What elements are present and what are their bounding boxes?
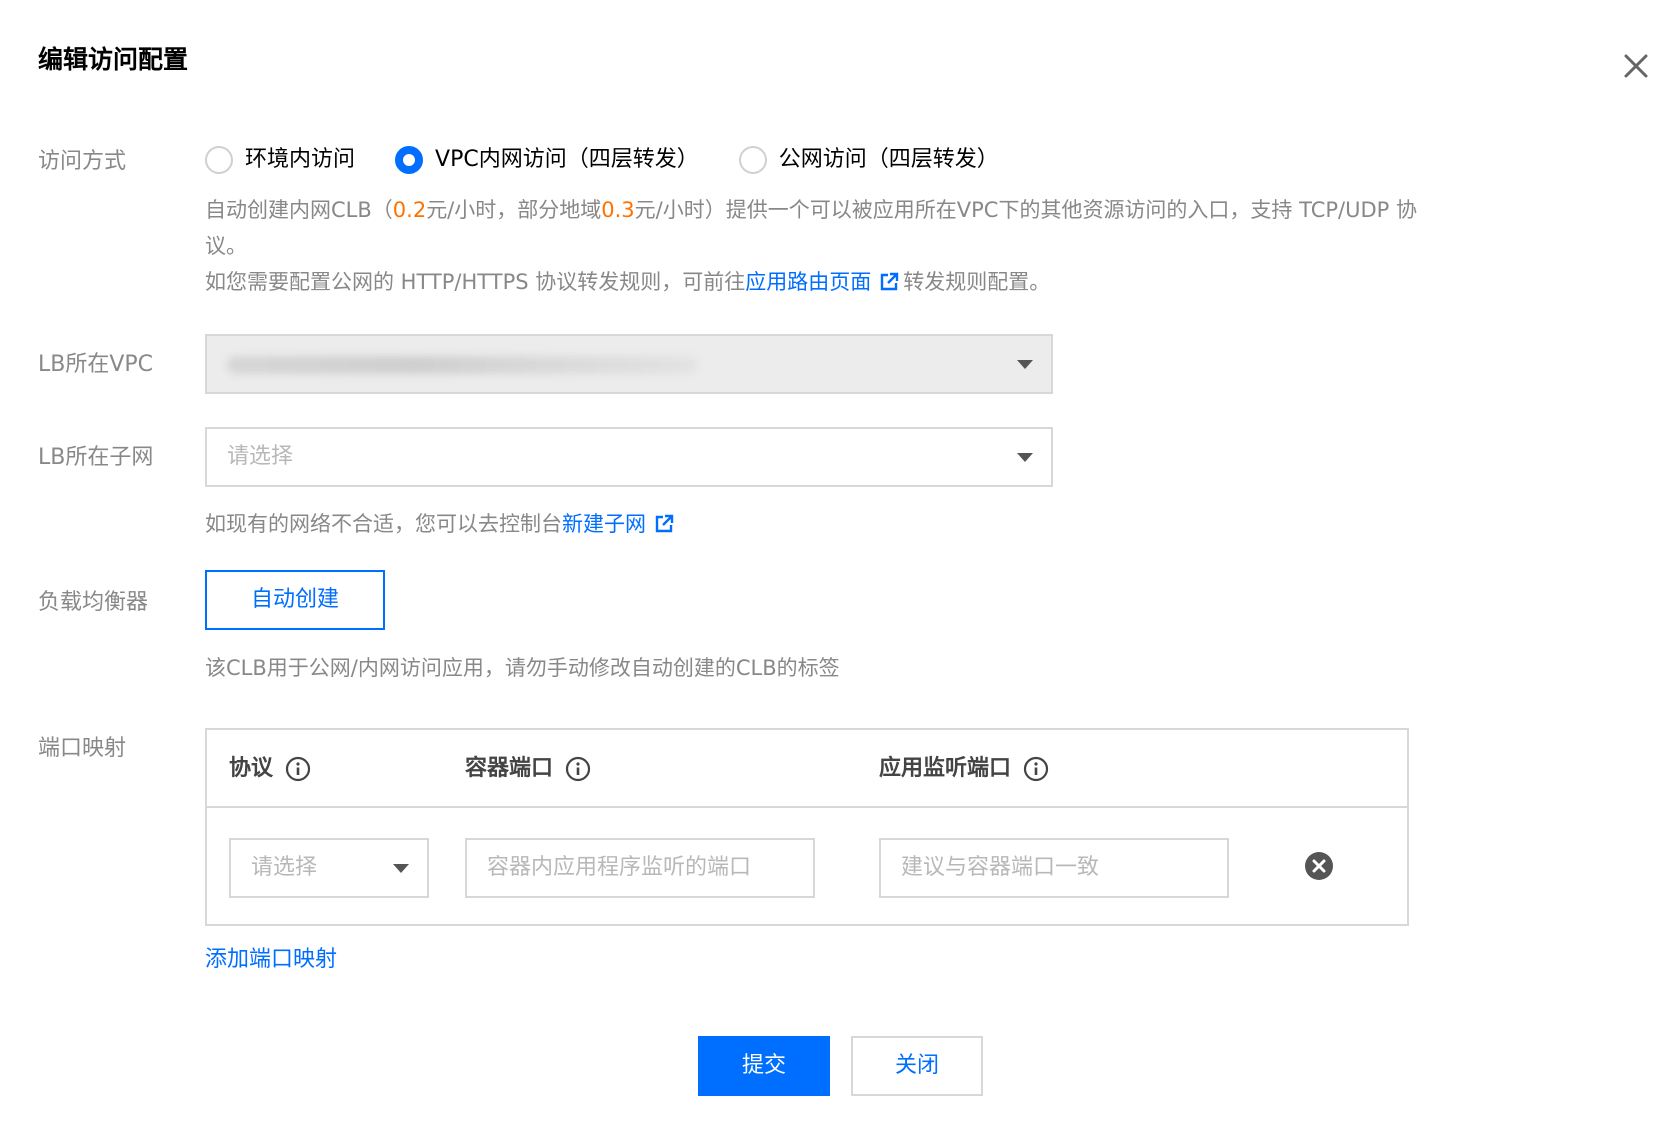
load-balancer-label: 负载均衡器 bbox=[38, 590, 149, 615]
radio-label: 公网访问（四层转发） bbox=[778, 147, 999, 172]
radio-circle-checked bbox=[395, 146, 424, 174]
column-protocol: 协议 bbox=[229, 730, 311, 808]
lb-subnet-hint: 如现有的网络不合适，您可以去控制台新建子网 bbox=[205, 506, 678, 542]
close-button[interactable]: 关闭 bbox=[851, 1036, 983, 1096]
radio-public-access[interactable]: 公网访问（四层转发） bbox=[738, 145, 999, 175]
protocol-select[interactable]: 请选择 bbox=[229, 838, 429, 898]
radio-circle bbox=[738, 146, 767, 174]
price-value: 0.2 bbox=[392, 198, 427, 222]
select-placeholder: 请选择 bbox=[251, 855, 318, 880]
port-mapping-table: 协议 容器端口 应用监听端口 请选择 容器内应用程序监听的端口 建议与容器端口一… bbox=[205, 728, 1409, 926]
external-link-icon[interactable] bbox=[879, 272, 899, 292]
add-port-mapping-link[interactable]: 添加端口映射 bbox=[205, 944, 337, 976]
lb-subnet-label: LB所在子网 bbox=[38, 445, 154, 470]
lb-vpc-select[interactable] bbox=[205, 334, 1053, 394]
radio-vpc-access[interactable]: VPC内网访问（四层转发） bbox=[395, 145, 699, 175]
close-icon[interactable] bbox=[1618, 48, 1654, 84]
listen-port-input[interactable]: 建议与容器端口一致 bbox=[879, 838, 1229, 898]
radio-label: VPC内网访问（四层转发） bbox=[435, 147, 699, 172]
access-mode-description: 自动创建内网CLB（0.2元/小时，部分地域0.3元/小时）提供一个可以被应用所… bbox=[205, 192, 1605, 300]
radio-env-access[interactable]: 环境内访问 bbox=[205, 145, 355, 175]
container-port-input[interactable]: 容器内应用程序监听的端口 bbox=[465, 838, 815, 898]
input-placeholder: 容器内应用程序监听的端口 bbox=[487, 855, 752, 880]
access-mode-radio-group: 环境内访问 VPC内网访问（四层转发） 公网访问（四层转发） bbox=[205, 144, 1039, 176]
select-placeholder: 请选择 bbox=[227, 444, 294, 469]
auto-create-button[interactable]: 自动创建 bbox=[205, 570, 385, 630]
dialog-title: 编辑访问配置 bbox=[38, 45, 189, 74]
chevron-down-icon bbox=[393, 864, 409, 873]
info-icon[interactable] bbox=[565, 756, 591, 782]
access-mode-label: 访问方式 bbox=[38, 149, 127, 174]
description-line-2: 议。 bbox=[205, 234, 247, 258]
lb-subnet-select[interactable]: 请选择 bbox=[205, 427, 1053, 487]
submit-button[interactable]: 提交 bbox=[698, 1036, 830, 1096]
column-listen-port: 应用监听端口 bbox=[879, 730, 1049, 808]
radio-label: 环境内访问 bbox=[245, 147, 356, 172]
port-mapping-label: 端口映射 bbox=[38, 736, 127, 761]
price-value: 0.3 bbox=[601, 198, 635, 222]
table-header: 协议 容器端口 应用监听端口 bbox=[207, 730, 1407, 808]
lb-vpc-label: LB所在VPC bbox=[38, 352, 154, 377]
radio-circle bbox=[205, 146, 233, 174]
chevron-down-icon bbox=[1017, 360, 1033, 369]
description-line-3: 如您需要配置公网的 HTTP/HTTPS 协议转发规则，可前往应用路由页面 转发规… bbox=[205, 270, 1051, 294]
create-subnet-link[interactable]: 新建子网 bbox=[562, 512, 646, 536]
input-placeholder: 建议与容器端口一致 bbox=[901, 855, 1100, 880]
info-icon[interactable] bbox=[1023, 756, 1049, 782]
external-link-icon[interactable] bbox=[654, 514, 674, 534]
remove-row-icon[interactable] bbox=[1304, 851, 1334, 881]
redacted-value bbox=[227, 356, 697, 374]
load-balancer-hint: 该CLB用于公网/内网访问应用，请勿手动修改自动创建的CLB的标签 bbox=[205, 656, 840, 680]
app-route-page-link[interactable]: 应用路由页面 bbox=[745, 270, 871, 294]
chevron-down-icon bbox=[1017, 453, 1033, 462]
column-container-port: 容器端口 bbox=[465, 730, 591, 808]
description-line-1: 自动创建内网CLB（0.2元/小时，部分地域0.3元/小时）提供一个可以被应用所… bbox=[205, 198, 1417, 222]
info-icon[interactable] bbox=[285, 756, 311, 782]
